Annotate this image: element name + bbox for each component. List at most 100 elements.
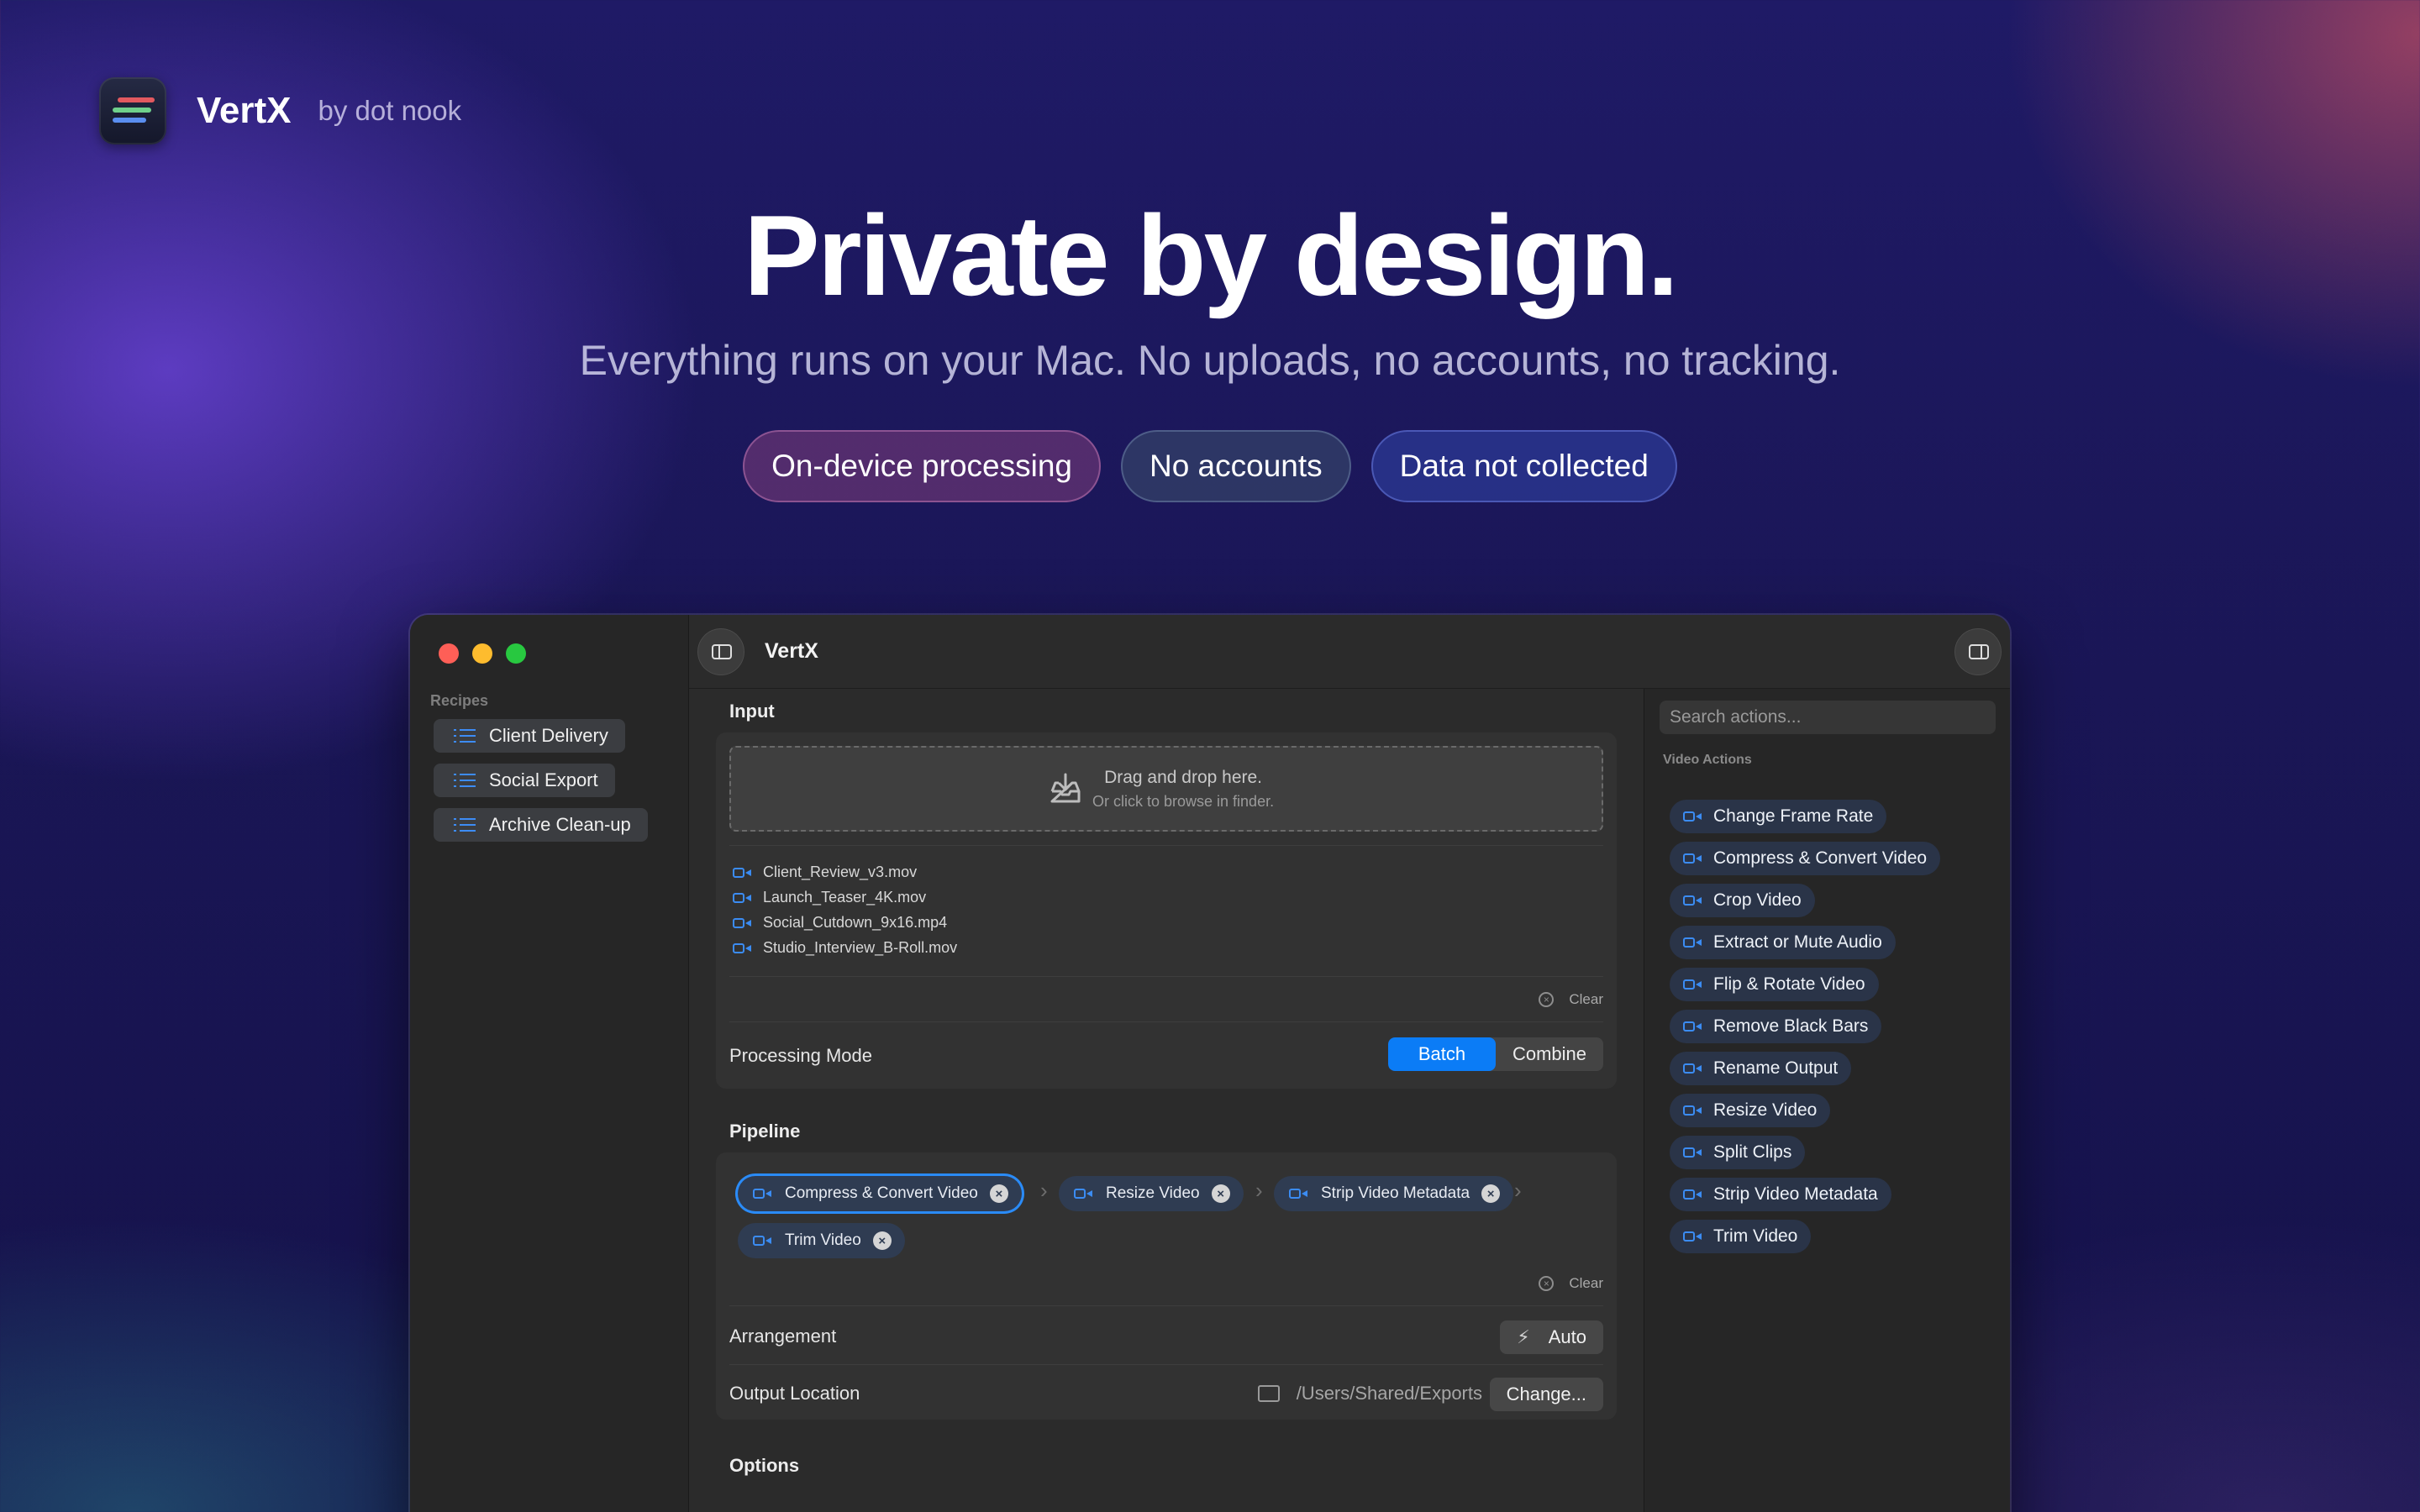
clear-icon: × bbox=[1539, 1276, 1555, 1291]
search-actions-input[interactable]: Search actions... bbox=[1660, 701, 1996, 734]
window-title: VertX bbox=[765, 639, 818, 663]
change-output-button[interactable]: Change... bbox=[1489, 1378, 1603, 1411]
remove-step-icon[interactable]: × bbox=[1211, 1184, 1230, 1203]
action-label: Split Clips bbox=[1713, 1142, 1792, 1162]
remove-step-icon[interactable]: × bbox=[872, 1231, 892, 1250]
sidebar-right-icon bbox=[1969, 644, 1989, 659]
action-label: Compress & Convert Video bbox=[1713, 848, 1928, 868]
video-icon bbox=[1683, 979, 1702, 990]
output-path: /Users/Shared/Exports bbox=[1257, 1383, 1482, 1404]
minimize-window-button[interactable] bbox=[472, 643, 492, 664]
zoom-window-button[interactable] bbox=[506, 643, 526, 664]
action-compress-convert[interactable]: Compress & Convert Video bbox=[1670, 842, 1941, 875]
divider bbox=[729, 1305, 1603, 1306]
step-label: Resize Video bbox=[1106, 1184, 1200, 1202]
action-flip-rotate[interactable]: Flip & Rotate Video bbox=[1670, 968, 1879, 1001]
action-resize-video[interactable]: Resize Video bbox=[1670, 1094, 1831, 1127]
recipe-social-export[interactable]: Social Export bbox=[434, 764, 615, 797]
clear-files-button[interactable]: × Clear bbox=[1539, 991, 1603, 1008]
list-icon bbox=[454, 728, 476, 743]
remove-step-icon[interactable]: × bbox=[989, 1184, 1008, 1203]
action-strip-metadata[interactable]: Strip Video Metadata bbox=[1670, 1178, 1891, 1211]
action-label: Flip & Rotate Video bbox=[1713, 974, 1865, 994]
action-label: Rename Output bbox=[1713, 1058, 1839, 1078]
mode-batch-button[interactable]: Batch bbox=[1387, 1037, 1496, 1071]
recipe-archive-clean-up[interactable]: Archive Clean-up bbox=[434, 808, 648, 842]
action-remove-black-bars[interactable]: Remove Black Bars bbox=[1670, 1010, 1882, 1043]
clear-label: Clear bbox=[1569, 1275, 1603, 1291]
pipeline-step-resize[interactable]: Resize Video × bbox=[1059, 1176, 1244, 1211]
arrangement-auto-button[interactable]: ⚡ Auto bbox=[1500, 1320, 1603, 1354]
video-icon bbox=[1074, 1188, 1092, 1200]
clear-label: Clear bbox=[1569, 991, 1603, 1007]
file-name: Launch_Teaser_4K.mov bbox=[763, 889, 927, 906]
processing-mode-label: Processing Mode bbox=[729, 1045, 872, 1066]
action-rename-output[interactable]: Rename Output bbox=[1670, 1052, 1852, 1085]
titlebar: VertX bbox=[689, 615, 2010, 689]
video-icon bbox=[1289, 1188, 1307, 1200]
action-change-frame-rate[interactable]: Change Frame Rate bbox=[1670, 800, 1887, 833]
action-crop-video[interactable]: Crop Video bbox=[1670, 884, 1815, 917]
action-split-clips[interactable]: Split Clips bbox=[1670, 1136, 1806, 1169]
toggle-sidebar-button[interactable] bbox=[697, 628, 744, 675]
video-icon bbox=[733, 892, 751, 904]
video-icon bbox=[1683, 1231, 1702, 1242]
chevron-right-icon: › bbox=[1040, 1178, 1048, 1203]
recipe-label: Archive Clean-up bbox=[489, 814, 631, 835]
video-icon bbox=[753, 1235, 771, 1247]
output-location-label: Output Location bbox=[729, 1383, 860, 1404]
toggle-inspector-button[interactable] bbox=[1954, 628, 2002, 675]
chevron-right-icon: › bbox=[1514, 1178, 1522, 1203]
drop-zone[interactable]: Drag and drop here. Or click to browse i… bbox=[729, 746, 1603, 832]
sidebar-left-icon bbox=[712, 644, 732, 659]
input-card: Drag and drop here. Or click to browse i… bbox=[716, 732, 1617, 1089]
step-label: Strip Video Metadata bbox=[1321, 1184, 1470, 1202]
action-label: Extract or Mute Audio bbox=[1713, 932, 1882, 952]
divider bbox=[729, 1364, 1603, 1365]
file-item[interactable]: Studio_Interview_B-Roll.mov bbox=[733, 939, 957, 957]
close-window-button[interactable] bbox=[439, 643, 459, 664]
pill-on-device: On-device processing bbox=[743, 430, 1101, 502]
action-trim-video[interactable]: Trim Video bbox=[1670, 1220, 1812, 1253]
pipeline-section-title: Pipeline bbox=[729, 1121, 801, 1142]
hero-subtitle: Everything runs on your Mac. No uploads,… bbox=[579, 337, 1841, 384]
app-logo-icon bbox=[99, 77, 166, 144]
video-icon bbox=[1683, 1147, 1702, 1158]
recipe-label: Client Delivery bbox=[489, 725, 608, 746]
step-label: Trim Video bbox=[785, 1231, 861, 1249]
brand-byline: by dot nook bbox=[318, 95, 462, 126]
pill-no-accounts: No accounts bbox=[1120, 430, 1351, 502]
video-icon bbox=[733, 917, 751, 929]
pipeline-step-trim[interactable]: Trim Video × bbox=[738, 1223, 905, 1258]
file-item[interactable]: Social_Cutdown_9x16.mp4 bbox=[733, 914, 947, 932]
pipeline-step-compress[interactable]: Compress & Convert Video × bbox=[738, 1176, 1022, 1211]
chevron-right-icon: › bbox=[1255, 1178, 1263, 1203]
list-icon bbox=[454, 773, 476, 788]
main-content: Input Drag and drop here. Or click to br… bbox=[689, 689, 1644, 1512]
action-label: Resize Video bbox=[1713, 1100, 1818, 1120]
recipe-label: Social Export bbox=[489, 769, 598, 790]
video-icon bbox=[753, 1188, 771, 1200]
file-item[interactable]: Launch_Teaser_4K.mov bbox=[733, 889, 926, 906]
mode-combine-button[interactable]: Combine bbox=[1496, 1037, 1603, 1071]
video-actions-section-label: Video Actions bbox=[1663, 753, 1752, 767]
pipeline-step-strip-metadata[interactable]: Strip Video Metadata × bbox=[1274, 1176, 1514, 1211]
processing-mode-segmented-control: Batch Combine bbox=[1387, 1037, 1603, 1071]
divider bbox=[729, 976, 1603, 977]
video-icon bbox=[1683, 853, 1702, 864]
action-extract-mute-audio[interactable]: Extract or Mute Audio bbox=[1670, 926, 1896, 959]
drop-zone-title: Drag and drop here. bbox=[1104, 768, 1263, 787]
step-label: Compress & Convert Video bbox=[785, 1184, 978, 1202]
arrangement-label: Arrangement bbox=[729, 1326, 837, 1347]
actions-panel: Search actions... Video Actions Change F… bbox=[1644, 689, 2010, 1512]
window-controls bbox=[439, 643, 526, 664]
clear-pipeline-button[interactable]: × Clear bbox=[1539, 1275, 1603, 1292]
file-name: Social_Cutdown_9x16.mp4 bbox=[763, 914, 948, 931]
video-icon bbox=[1683, 895, 1702, 906]
brand-name: VertX bbox=[197, 90, 292, 131]
video-icon bbox=[1683, 1021, 1702, 1032]
file-item[interactable]: Client_Review_v3.mov bbox=[733, 864, 917, 881]
video-icon bbox=[1683, 1105, 1702, 1116]
recipe-client-delivery[interactable]: Client Delivery bbox=[434, 719, 625, 753]
remove-step-icon[interactable]: × bbox=[1481, 1184, 1501, 1203]
